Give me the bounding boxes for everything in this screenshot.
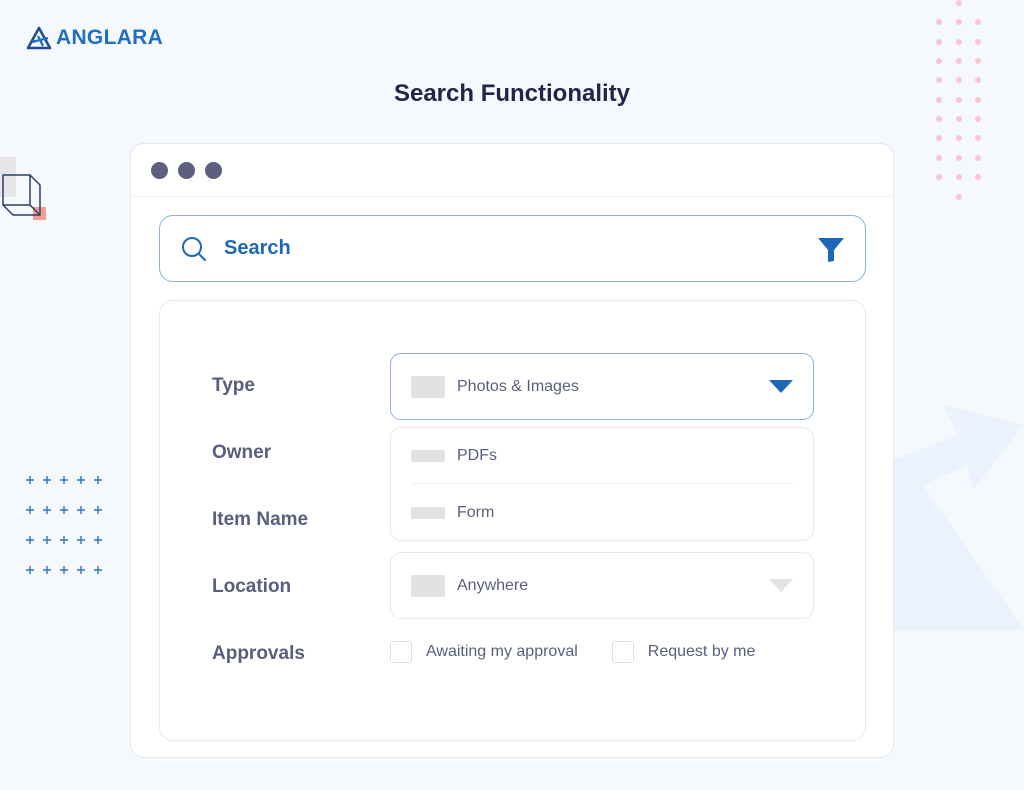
brand-name: ANGLARA — [56, 26, 164, 49]
filter-icon[interactable] — [817, 235, 845, 263]
app-window: Search Type Owner Item Name Location App… — [130, 143, 894, 758]
location-swatch — [411, 574, 445, 597]
chevron-down-icon[interactable] — [769, 578, 793, 593]
awaiting-approval-label[interactable]: Awaiting my approval — [426, 643, 578, 661]
type-swatch — [411, 375, 445, 398]
page-title: Search Functionality — [393, 80, 631, 107]
window-title-bar — [131, 144, 893, 197]
chevron-down-icon[interactable] — [769, 379, 793, 394]
anglara-logo-icon — [26, 26, 52, 50]
filter-panel: Type Owner Item Name Location Approvals … — [159, 300, 866, 741]
location-selected-value: Anywhere — [457, 576, 529, 594]
decorative-cube-icon — [0, 157, 46, 220]
dropdown-option-pdfs[interactable]: PDFs — [411, 428, 793, 484]
request-by-me-label[interactable]: Request by me — [648, 643, 756, 661]
window-control-dot[interactable] — [178, 161, 195, 179]
location-label: Location — [212, 576, 292, 597]
window-control-dot[interactable] — [151, 161, 168, 179]
decorative-dot-grid-icon — [936, 0, 981, 200]
item-name-label: Item Name — [212, 509, 309, 530]
owner-label: Owner — [212, 442, 272, 463]
option-label: Form — [457, 504, 495, 521]
dropdown-option-form[interactable]: Form — [411, 485, 793, 541]
window-control-dot[interactable] — [205, 161, 222, 179]
request-by-me-checkbox[interactable] — [611, 641, 634, 663]
option-label: PDFs — [457, 446, 497, 464]
option-swatch — [411, 507, 445, 519]
type-label: Type — [212, 375, 255, 396]
awaiting-approval-checkbox[interactable] — [390, 641, 412, 663]
option-swatch — [411, 449, 445, 462]
brand-logo: ANGLARA — [26, 26, 163, 50]
type-select[interactable]: Photos & Images — [390, 353, 814, 420]
location-select[interactable]: Anywhere — [390, 552, 814, 619]
search-placeholder: Search — [224, 237, 291, 259]
decorative-arrow-icon — [893, 405, 1024, 630]
approvals-options: Awaiting my approval Request by me — [390, 641, 755, 663]
approvals-label: Approvals — [212, 643, 305, 664]
search-input[interactable]: Search — [159, 215, 866, 282]
type-dropdown-list: PDFs Form — [390, 427, 814, 541]
search-icon — [182, 236, 206, 261]
type-selected-value: Photos & Images — [457, 377, 579, 395]
decorative-plus-grid-icon — [26, 476, 102, 574]
